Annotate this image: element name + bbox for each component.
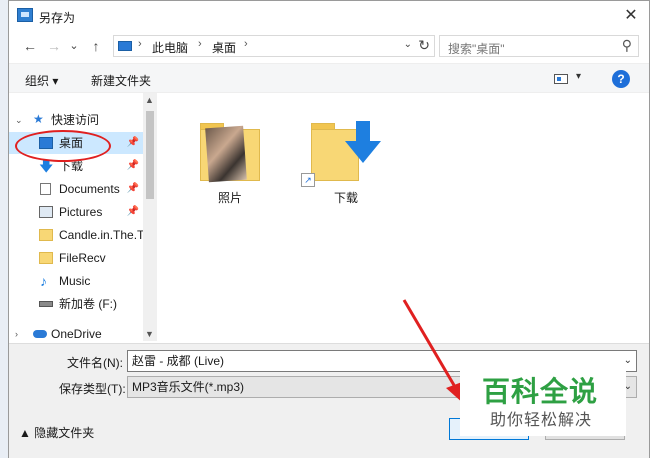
file-name: 照片	[217, 191, 242, 205]
sidebar-item-filerecv[interactable]: FileRecv	[9, 247, 143, 269]
star-icon: ★	[33, 112, 44, 126]
collapse-icon[interactable]: ⌄	[15, 109, 23, 131]
expand-icon[interactable]: ›	[15, 323, 18, 341]
scroll-down-icon[interactable]: ▼	[145, 329, 154, 339]
pictures-icon	[39, 206, 53, 218]
breadcrumb-separator[interactable]: ›	[198, 38, 202, 50]
sidebar-item-onedrive[interactable]: › OneDrive	[9, 323, 143, 341]
address-row: ← → ⌄ ↑ › 此电脑 › 桌面 › ⌄ ↻ 搜索"桌面" ⚲	[9, 31, 649, 61]
pin-icon[interactable]: 📌	[127, 132, 139, 154]
new-folder-button[interactable]: 新建文件夹	[91, 72, 151, 89]
sidebar-item-label: FileRecv	[59, 251, 106, 265]
file-name: 下载	[333, 191, 358, 205]
address-dropdown-icon[interactable]: ⌄	[404, 39, 412, 50]
filetype-label: 保存类型(T):	[59, 382, 126, 396]
drive-icon	[39, 301, 53, 307]
watermark-subtitle: 助你轻松解决	[490, 412, 593, 429]
scroll-up-icon[interactable]: ▲	[145, 95, 154, 105]
music-icon: ♪	[40, 273, 47, 289]
help-icon[interactable]: ?	[612, 70, 630, 88]
nav-scrollbar[interactable]: ▲ ▼	[143, 93, 157, 341]
folder-icon	[39, 229, 53, 241]
title-bar: 另存为 ✕	[9, 1, 649, 31]
this-pc-icon	[118, 41, 132, 51]
sidebar-item-candle-folder[interactable]: Candle.in.The.T	[9, 224, 143, 246]
breadcrumb-separator[interactable]: ›	[138, 38, 142, 50]
background-desktop-strip	[0, 0, 8, 458]
search-input[interactable]: 搜索"桌面" ⚲	[439, 35, 639, 57]
organize-button[interactable]: 组织 ▾	[25, 72, 58, 89]
filename-label: 文件名(N):	[67, 356, 123, 370]
search-placeholder: 搜索"桌面"	[448, 42, 505, 56]
nav-quick-access[interactable]: ⌄ ★ 快速访问	[9, 109, 143, 131]
recent-locations-button[interactable]: ⌄	[65, 37, 83, 55]
view-dropdown-icon[interactable]: ▾	[576, 71, 581, 82]
quick-access-label: 快速访问	[51, 113, 100, 127]
up-button[interactable]: ↑	[87, 37, 105, 55]
back-button[interactable]: ←	[21, 37, 39, 55]
download-arrow-shaft	[356, 121, 370, 143]
breadcrumb-desktop[interactable]: 桌面	[212, 39, 236, 56]
address-bar[interactable]: › 此电脑 › 桌面 › ⌄ ↻	[113, 35, 435, 57]
sidebar-item-label: Music	[59, 274, 91, 288]
scrollbar-thumb[interactable]	[146, 111, 154, 199]
navigation-pane: ⌄ ★ 快速访问 桌面 📌 🡇 下载 📌 Documents 📌 Picture…	[9, 93, 157, 341]
pin-icon[interactable]: 📌	[127, 178, 139, 200]
sidebar-item-label: Candle.in.The.T	[59, 228, 143, 242]
breadcrumb-this-pc[interactable]: 此电脑	[152, 39, 188, 56]
hide-folders-button[interactable]: ▲ 隐藏文件夹	[19, 424, 94, 441]
folder-icon	[39, 252, 53, 264]
sidebar-item-label: OneDrive	[51, 327, 102, 341]
sidebar-item-drive-f[interactable]: 新加卷 (F:)	[9, 293, 143, 315]
download-arrow-icon	[345, 141, 381, 163]
pin-icon[interactable]: 📌	[127, 155, 139, 177]
sidebar-item-pictures[interactable]: Pictures 📌	[9, 201, 143, 223]
filetype-value: MP3音乐文件(*.mp3)	[132, 380, 245, 394]
window-title: 另存为	[39, 11, 76, 25]
annotation-circle	[15, 130, 111, 162]
close-button[interactable]: ✕	[619, 5, 643, 27]
photo-thumbnail	[205, 125, 247, 183]
command-toolbar: 组织 ▾ 新建文件夹 ▾ ?	[9, 63, 649, 93]
file-item-photos[interactable]: 照片	[185, 107, 275, 217]
pin-icon[interactable]: 📌	[127, 201, 139, 223]
sidebar-item-documents[interactable]: Documents 📌	[9, 178, 143, 200]
search-icon[interactable]: ⚲	[622, 37, 632, 54]
view-options-icon[interactable]	[554, 74, 568, 84]
refresh-icon[interactable]: ↻	[418, 37, 430, 54]
documents-icon	[40, 183, 51, 195]
sidebar-item-music[interactable]: ♪ Music	[9, 270, 143, 292]
watermark-title: 百科全说	[482, 376, 599, 407]
sidebar-item-label: Documents	[59, 182, 120, 196]
cloud-icon	[33, 330, 47, 338]
breadcrumb-separator[interactable]: ›	[244, 38, 248, 50]
file-item-downloads[interactable]: ↗ 下载	[301, 107, 391, 217]
shortcut-icon: ↗	[301, 173, 315, 187]
forward-button[interactable]: →	[45, 37, 63, 55]
download-icon: 🡇	[39, 158, 54, 174]
sidebar-item-label: 新加卷 (F:)	[59, 297, 117, 311]
sidebar-item-label: Pictures	[59, 205, 103, 219]
filename-value: 赵雷 - 成都 (Live)	[132, 354, 225, 368]
watermark: 百科全说 助你轻松解决	[460, 364, 626, 436]
app-icon	[17, 8, 33, 22]
